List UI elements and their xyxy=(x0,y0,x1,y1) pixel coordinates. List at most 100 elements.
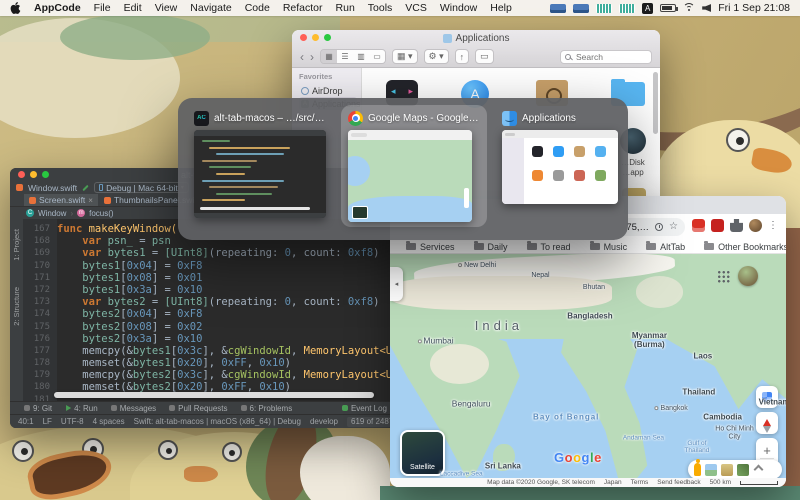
menu-navigate[interactable]: Navigate xyxy=(190,2,231,14)
zoom-in-button[interactable]: + xyxy=(763,443,771,458)
other-bookmarks[interactable]: Other Bookmarks xyxy=(704,241,786,252)
menu-refactor[interactable]: Refactor xyxy=(283,2,323,14)
menu-window[interactable]: Window xyxy=(440,2,477,14)
maptype-thumbnail[interactable] xyxy=(737,463,749,476)
code-editor[interactable]: 167 func makeKeyWindow(168 var psn_ = psn… xyxy=(23,219,397,401)
group-button[interactable]: ▦ ▾ xyxy=(392,49,418,64)
finder-titlebar[interactable]: Applications xyxy=(292,30,660,46)
wifi-icon[interactable] xyxy=(683,3,696,13)
toolwindow-pr[interactable]: Pull Requests xyxy=(169,404,228,413)
run-configuration-selector[interactable]: Debug | Mac 64-bit ▾ xyxy=(94,182,189,193)
attribution-link[interactable]: Send feedback xyxy=(657,479,700,486)
duck-beak xyxy=(184,466,218,482)
bookmark-daily[interactable]: Daily xyxy=(473,241,508,252)
current-file-label[interactable]: Window.swift xyxy=(28,183,77,193)
attribution-link[interactable]: Terms xyxy=(631,479,649,486)
switcher-item-chrome[interactable]: Google Maps - Google Chr… xyxy=(341,105,487,227)
chrome-menu-icon[interactable]: ⋮ xyxy=(768,220,778,231)
thumbnail-decor xyxy=(202,199,245,202)
horizontal-scrollbar[interactable] xyxy=(54,392,374,398)
breadcrumb-class[interactable]: Window xyxy=(38,209,66,218)
pegman-icon[interactable] xyxy=(694,459,701,476)
menu-run[interactable]: Run xyxy=(336,2,355,14)
breadcrumb-method[interactable]: focus() xyxy=(89,209,113,218)
code-token: psn_ xyxy=(107,235,133,248)
puzzle-extension-icon[interactable] xyxy=(730,219,743,232)
google-account-avatar[interactable] xyxy=(738,266,758,286)
sidebar-item-airdrop[interactable]: AirDrop xyxy=(299,84,357,97)
apple-menu-icon[interactable] xyxy=(10,2,21,14)
toolwindow-label: 4: Run xyxy=(74,403,98,413)
active-app-menu[interactable]: AppCode xyxy=(34,2,81,14)
project-tool-button[interactable]: 1: Project xyxy=(12,229,21,261)
maptype-thumbnail[interactable] xyxy=(705,463,717,476)
share-button[interactable]: ↑ xyxy=(454,49,470,64)
bookmark-services[interactable]: Services xyxy=(406,241,455,252)
menu-edit[interactable]: Edit xyxy=(124,2,142,14)
finder-traffic-lights[interactable] xyxy=(300,34,331,41)
toolwindow-git[interactable]: 9: Git xyxy=(24,404,52,413)
tab-close-icon[interactable]: × xyxy=(88,196,93,205)
ide-traffic-lights[interactable] xyxy=(18,171,49,178)
menu-code[interactable]: Code xyxy=(245,2,270,14)
input-source-icon[interactable]: A xyxy=(642,2,654,14)
url-text[interactable]: 75,… xyxy=(626,222,649,233)
profile-avatar[interactable] xyxy=(749,219,762,232)
view-switcher[interactable]: ▦ ☰ ▥ ▭ xyxy=(320,49,386,64)
window-thumbnail-finder[interactable] xyxy=(502,130,618,204)
side-panel-toggle[interactable]: ◂ xyxy=(390,267,403,301)
menu-vcs[interactable]: VCS xyxy=(405,2,427,14)
google-map[interactable]: ◂ Satellite + − Google New DelhiNepalBhu… xyxy=(390,254,786,478)
window-thumbnail-chrome[interactable] xyxy=(348,130,472,222)
menu-tools[interactable]: Tools xyxy=(368,2,393,14)
structure-tool-button[interactable]: 2: Structure xyxy=(12,287,21,326)
menu-file[interactable]: File xyxy=(94,2,111,14)
list-view-button[interactable]: ☰ xyxy=(337,50,353,63)
tags-button[interactable]: ▭ xyxy=(475,49,494,64)
chart-widget-icon[interactable] xyxy=(619,3,636,13)
history-clock-icon[interactable] xyxy=(655,223,664,231)
menubar-clock[interactable]: Fri 1 Sep 21:08 xyxy=(718,2,790,14)
maptype-thumbnail[interactable] xyxy=(721,463,733,476)
code-token: (repeating: xyxy=(208,296,285,309)
attribution-link[interactable]: Japan xyxy=(604,479,622,486)
icon-view-button[interactable]: ▦ xyxy=(321,50,337,63)
bookmark-music[interactable]: Music xyxy=(589,241,627,252)
switcher-item-appcode[interactable]: alt-tab-macos – …/src/logic… xyxy=(187,105,333,223)
toolwindow-msg[interactable]: Messages xyxy=(110,404,156,413)
volume-icon[interactable] xyxy=(702,4,712,12)
chart-widget-icon[interactable] xyxy=(596,3,613,13)
map-layers-pill[interactable] xyxy=(688,459,782,478)
menu-view[interactable]: View xyxy=(155,2,178,14)
search-input[interactable] xyxy=(574,50,648,63)
map-label-nepal: Nepal xyxy=(531,272,550,280)
menu-help[interactable]: Help xyxy=(490,2,512,14)
back-button[interactable]: ‹ xyxy=(300,50,304,64)
gallery-view-button[interactable]: ▭ xyxy=(369,50,385,63)
satellite-layer-chip[interactable]: Satellite xyxy=(400,430,445,476)
window-thumbnail-appcode[interactable] xyxy=(194,130,326,218)
swift-file-icon xyxy=(29,196,36,204)
monitor-widget-icon[interactable] xyxy=(550,3,567,13)
toolwindow-prob[interactable]: 6: Problems xyxy=(240,404,292,413)
bookmark-alttab[interactable]: AltTab xyxy=(646,241,685,252)
tab-screen.swift[interactable]: Screen.swift × xyxy=(24,194,98,206)
finder-search-field[interactable] xyxy=(560,49,652,64)
sidebar-header: Favorites xyxy=(299,72,333,81)
event-log-button[interactable]: Event Log xyxy=(341,404,387,413)
extension-icon[interactable] xyxy=(692,219,705,232)
bookmark-to-read[interactable]: To read xyxy=(526,241,571,252)
forward-button[interactable]: › xyxy=(310,50,314,64)
google-apps-grid-icon[interactable] xyxy=(717,270,730,283)
toolwindow-run[interactable]: 4: Run xyxy=(65,404,98,413)
action-gear-button[interactable]: ⚙ ▾ xyxy=(423,49,449,64)
finder-scrollbar[interactable] xyxy=(653,72,658,134)
extension-icon[interactable] xyxy=(711,219,724,232)
battery-icon[interactable] xyxy=(660,4,679,12)
monitor-widget-icon[interactable] xyxy=(573,3,590,13)
switcher-item-finder[interactable]: Applications xyxy=(495,105,625,209)
bookmark-star-icon[interactable]: ☆ xyxy=(669,222,678,232)
column-view-button[interactable]: ▥ xyxy=(353,50,369,63)
collapse-chevron-icon[interactable] xyxy=(753,464,764,475)
thumbnail-decor xyxy=(505,133,515,136)
